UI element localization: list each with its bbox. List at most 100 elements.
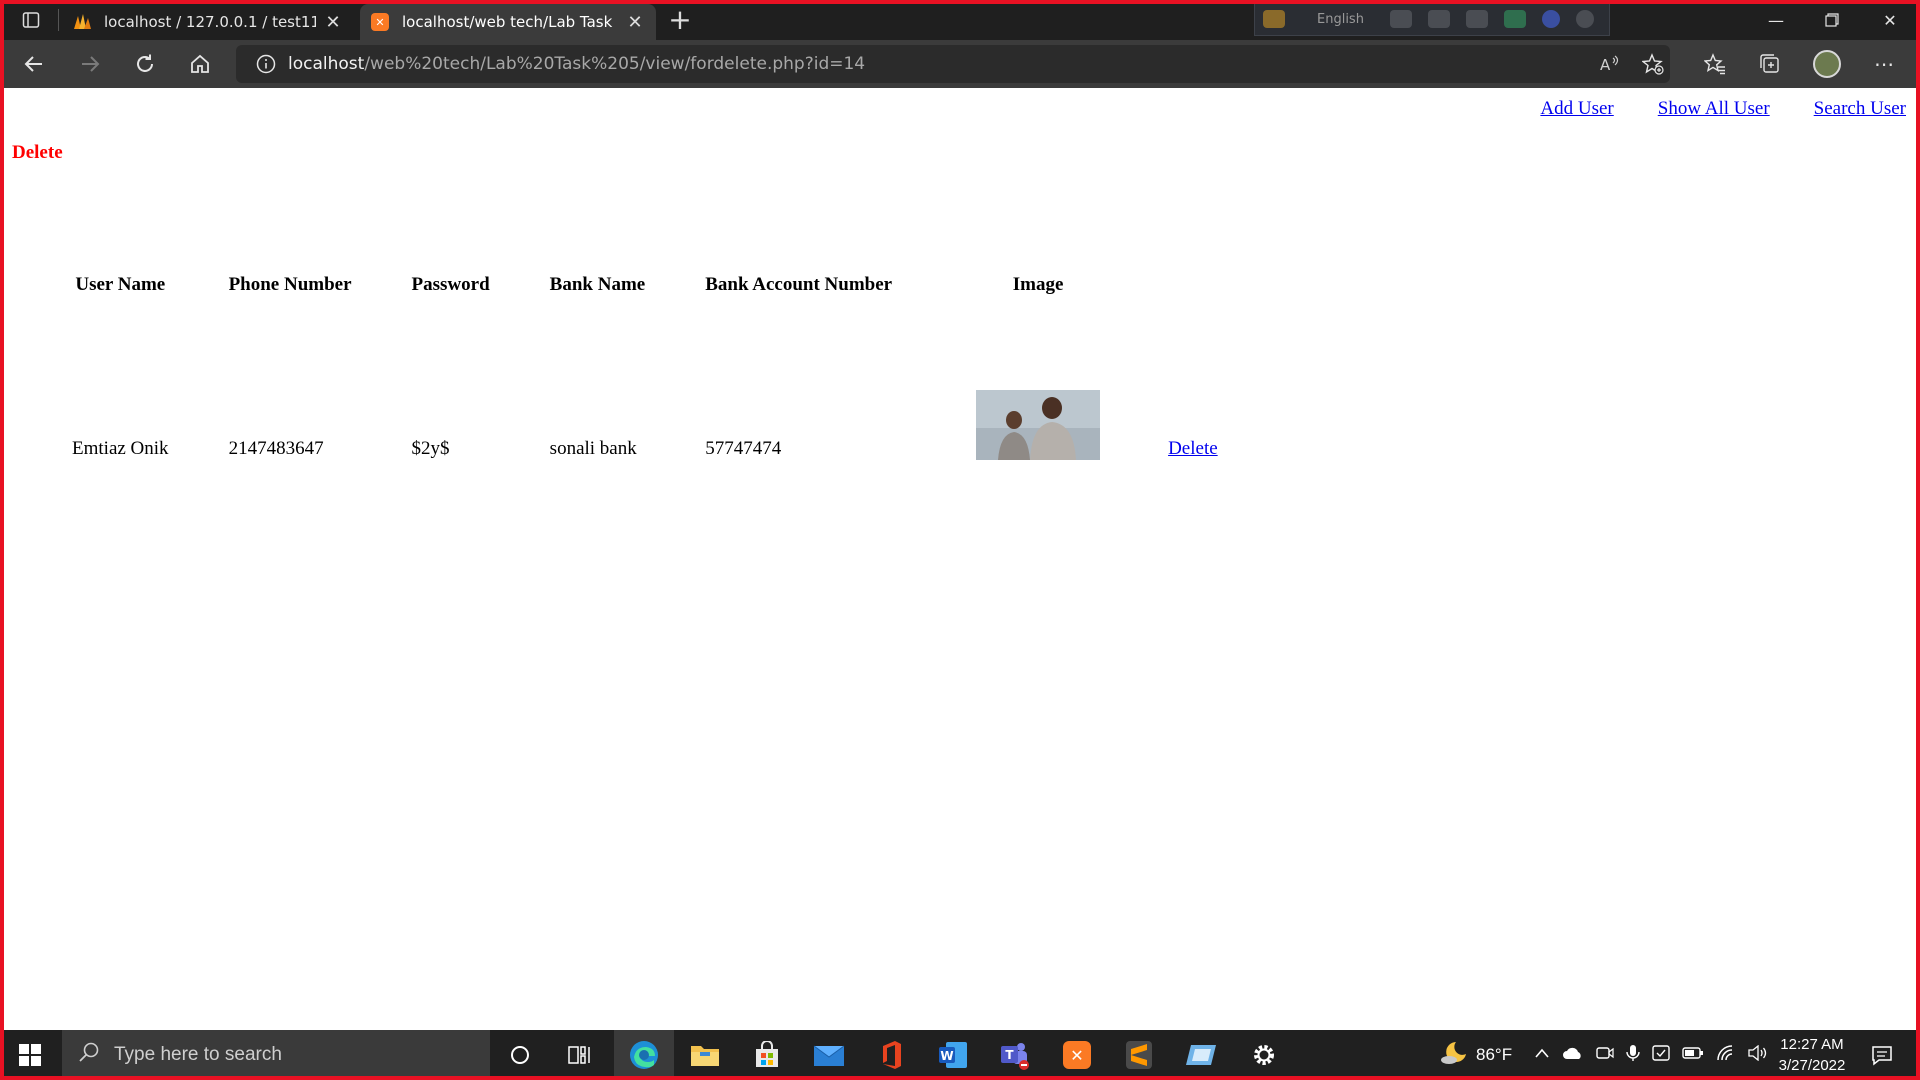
cell-action: Delete <box>1130 344 1248 460</box>
svg-text:A: A <box>1600 56 1611 74</box>
tab-lab-task[interactable]: ✕ localhost/web tech/Lab Task 5/vi ✕ <box>360 4 656 40</box>
new-tab-icon[interactable]: + <box>665 6 695 36</box>
windows-logo-icon <box>19 1044 41 1066</box>
browser-toolbar: localhost/web%20tech/Lab%20Task%205/view… <box>0 40 1920 88</box>
taskbar-search-box[interactable]: Type here to search <box>62 1030 490 1080</box>
xampp-icon: ✕ <box>370 12 390 32</box>
word-icon[interactable]: W <box>925 1030 981 1080</box>
show-hidden-icons-icon[interactable] <box>1534 1046 1550 1064</box>
cell-image <box>946 344 1130 460</box>
battery-icon[interactable] <box>1682 1046 1704 1065</box>
close-tab-icon[interactable]: ✕ <box>624 12 646 33</box>
search-placeholder: Type here to search <box>114 1044 282 1065</box>
refresh-icon[interactable] <box>127 48 163 80</box>
col-image: Image <box>1012 274 1064 295</box>
security-icon[interactable] <box>1652 1044 1670 1067</box>
wifi-icon[interactable] <box>1716 1044 1736 1066</box>
sublime-text-icon[interactable] <box>1111 1030 1167 1080</box>
cell-account-number: 57747474 <box>705 438 782 459</box>
col-bank-account-number: Bank Account Number <box>705 274 893 295</box>
tab-strip: localhost / 127.0.0.1 / test11 / us ✕ ✕ … <box>0 0 1920 40</box>
more-options-icon[interactable]: ⋯ <box>1866 48 1902 80</box>
cortana-icon[interactable] <box>492 1030 548 1080</box>
ime-toolbar[interactable]: English <box>1254 2 1610 36</box>
col-action <box>1130 274 1248 344</box>
onedrive-icon[interactable] <box>1562 1046 1584 1065</box>
weather-temperature[interactable]: 86°F <box>1476 1045 1512 1065</box>
ime-info-icon[interactable] <box>1575 10 1594 28</box>
windows-taskbar: Type here to search W T ✕ 86°F 12:27 AM … <box>0 1030 1920 1080</box>
xampp-taskbar-icon[interactable]: ✕ <box>1049 1030 1105 1080</box>
url-text[interactable]: localhost/web%20tech/Lab%20Task%205/view… <box>288 54 865 74</box>
col-bank-name: Bank Name <box>549 274 646 295</box>
camera-icon[interactable] <box>1596 1045 1614 1066</box>
minimize-icon[interactable]: — <box>1748 0 1804 40</box>
site-info-icon[interactable] <box>246 54 286 74</box>
microphone-icon[interactable] <box>1626 1044 1640 1067</box>
avatar <box>1813 50 1841 78</box>
svg-text:✕: ✕ <box>1070 1046 1083 1065</box>
table-header-row: User Name Phone Number Password Bank Nam… <box>42 274 1248 344</box>
cell-bank-name: sonali bank <box>549 438 637 459</box>
office-icon[interactable] <box>863 1030 919 1080</box>
settings-gear-icon[interactable] <box>1236 1030 1292 1080</box>
read-aloud-icon[interactable]: A <box>1596 51 1622 77</box>
page-title: Delete <box>12 142 63 163</box>
search-icon <box>78 1041 100 1069</box>
ime-language[interactable]: English <box>1317 12 1364 27</box>
file-explorer-icon[interactable] <box>677 1030 733 1080</box>
tab-separator <box>58 9 59 31</box>
collections-icon[interactable] <box>1752 48 1788 80</box>
phpmyadmin-icon <box>72 12 92 32</box>
address-bar[interactable]: localhost/web%20tech/Lab%20Task%205/view… <box>236 45 1670 83</box>
favorites-icon[interactable] <box>1697 48 1733 80</box>
system-tray: 86°F <box>1440 1030 1768 1080</box>
table-row: Emtiaz Onik 2147483647 $2y$ sonali bank … <box>42 344 1248 460</box>
user-photo <box>976 390 1101 460</box>
app-icon[interactable] <box>1173 1030 1229 1080</box>
top-navigation: Add User Show All User Search User <box>1540 98 1906 120</box>
ime-help-icon[interactable] <box>1541 10 1560 28</box>
ime-tool-icon[interactable] <box>1427 10 1450 28</box>
start-button[interactable] <box>2 1030 58 1080</box>
clock-date: 3/27/2022 <box>1778 1057 1846 1074</box>
page-content: Add User Show All User Search User Delet… <box>4 88 1916 1030</box>
url-host: localhost <box>288 54 365 74</box>
col-user-name: User Name <box>75 274 166 295</box>
cell-user-name: Emtiaz Onik <box>72 438 169 459</box>
ime-mode-icon[interactable] <box>1263 10 1285 28</box>
search-user-link[interactable]: Search User <box>1814 98 1906 120</box>
col-password: Password <box>411 274 490 295</box>
close-tab-icon[interactable]: ✕ <box>322 12 344 33</box>
delete-link[interactable]: Delete <box>1168 438 1218 459</box>
back-icon[interactable] <box>16 48 52 80</box>
svg-text:W: W <box>940 1049 953 1063</box>
profile-avatar[interactable] <box>1809 48 1845 80</box>
tab-title: localhost/web tech/Lab Task 5/vi <box>402 13 618 31</box>
url-path: /web%20tech/Lab%20Task%205/view/fordelet… <box>364 54 866 74</box>
add-user-link[interactable]: Add User <box>1540 98 1613 120</box>
close-window-icon[interactable]: ✕ <box>1862 0 1918 40</box>
ime-browser-icon[interactable] <box>1503 10 1526 28</box>
task-view-icon[interactable] <box>552 1030 608 1080</box>
add-favorite-icon[interactable] <box>1640 51 1666 77</box>
tab-actions-icon[interactable] <box>10 5 52 35</box>
notifications-icon[interactable] <box>1854 1030 1910 1080</box>
taskbar-clock[interactable]: 12:27 AM 3/27/2022 <box>1766 1034 1858 1076</box>
ime-keyboard-icon[interactable] <box>1389 10 1412 28</box>
svg-text:✕: ✕ <box>375 16 384 29</box>
forward-icon[interactable] <box>72 48 108 80</box>
show-all-user-link[interactable]: Show All User <box>1658 98 1770 120</box>
col-phone-number: Phone Number <box>228 274 352 295</box>
cell-phone: 2147483647 <box>228 438 324 459</box>
home-icon[interactable] <box>182 48 218 80</box>
restore-icon[interactable] <box>1804 0 1860 40</box>
users-table: User Name Phone Number Password Bank Nam… <box>42 274 1248 460</box>
edge-taskbar-icon[interactable] <box>614 1030 674 1080</box>
weather-moon-icon[interactable] <box>1440 1040 1468 1071</box>
ime-settings-icon[interactable] <box>1465 10 1488 28</box>
tab-phpmyadmin[interactable]: localhost / 127.0.0.1 / test11 / us ✕ <box>62 4 354 40</box>
mail-icon[interactable] <box>801 1030 857 1080</box>
microsoft-store-icon[interactable] <box>739 1030 795 1080</box>
teams-icon[interactable]: T <box>987 1030 1043 1080</box>
